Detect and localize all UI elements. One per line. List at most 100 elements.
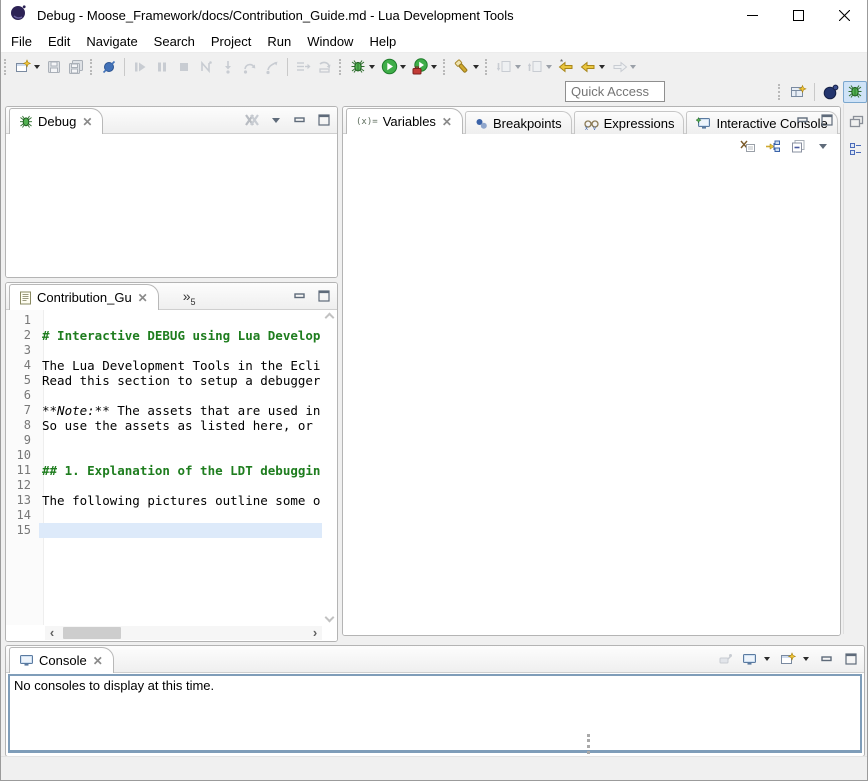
toolbar-grip[interactable]	[485, 59, 490, 75]
line-number[interactable]: 1	[6, 313, 39, 328]
show-logical-structures-icon[interactable]	[764, 137, 782, 155]
minimize-view-button[interactable]	[291, 111, 309, 129]
scroll-up-icon[interactable]	[325, 313, 335, 323]
tab-console[interactable]: Console ✕	[9, 647, 114, 673]
toolbar-grip[interactable]	[4, 59, 9, 75]
close-icon[interactable]: ✕	[137, 292, 149, 304]
close-icon[interactable]: ✕	[441, 116, 453, 128]
menu-item-project[interactable]: Project	[203, 31, 259, 52]
maximize-view-button[interactable]	[818, 111, 836, 129]
close-icon[interactable]: ✕	[81, 116, 93, 128]
menu-item-run[interactable]: Run	[259, 31, 299, 52]
restore-minimized-views-button[interactable]	[848, 112, 866, 130]
menu-item-window[interactable]: Window	[299, 31, 361, 52]
maximize-view-button[interactable]	[842, 650, 860, 668]
debug-dropdown-arrow[interactable]	[369, 65, 375, 69]
code-text[interactable]: So use the assets as listed here, or	[39, 418, 322, 433]
back-button[interactable]	[577, 56, 599, 78]
code-text[interactable]	[39, 388, 322, 403]
back-dropdown-arrow[interactable]	[599, 65, 605, 69]
editor-line[interactable]: 8So use the assets as listed here, or	[6, 418, 322, 433]
show-type-names-icon[interactable]	[739, 137, 757, 155]
window-minimize-button[interactable]	[729, 0, 775, 30]
line-number[interactable]: 9	[6, 433, 39, 448]
open-console-button[interactable]	[779, 650, 797, 668]
editor-line[interactable]: 2# Interactive DEBUG using Lua Develop	[6, 328, 322, 343]
display-selected-console-button[interactable]	[740, 650, 758, 668]
line-number[interactable]: 7	[6, 403, 39, 418]
lua-perspective-button[interactable]	[819, 81, 843, 103]
line-number[interactable]: 15	[6, 523, 39, 538]
editor-line[interactable]: 13The following pictures outline some o	[6, 493, 322, 508]
toolbar-grip[interactable]	[443, 59, 448, 75]
window-close-button[interactable]	[821, 0, 867, 30]
maximize-view-button[interactable]	[315, 111, 333, 129]
code-text[interactable]: ## 1. Explanation of the LDT debuggin	[39, 463, 322, 478]
toolbar-grip[interactable]	[778, 84, 783, 100]
line-number[interactable]: 12	[6, 478, 39, 493]
editor-line[interactable]: 4The Lua Development Tools in the Ecli	[6, 358, 322, 373]
editor-horizontal-scrollbar[interactable]: ‹ ›	[45, 626, 322, 640]
search-button[interactable]	[451, 56, 473, 78]
line-number[interactable]: 2	[6, 328, 39, 343]
editor-line[interactable]: 9	[6, 433, 322, 448]
tab-variables[interactable]: (x)= Variables ✕	[346, 108, 463, 134]
minimize-view-button[interactable]	[818, 650, 836, 668]
code-text[interactable]	[39, 343, 322, 358]
tab-editor-contribution-guide[interactable]: Contribution_Gu ✕	[9, 284, 159, 310]
open-perspective-button[interactable]	[786, 81, 810, 103]
line-number[interactable]: 13	[6, 493, 39, 508]
line-number[interactable]: 11	[6, 463, 39, 478]
debug-button[interactable]	[347, 56, 369, 78]
view-menu-icon[interactable]	[814, 137, 832, 155]
editor-line[interactable]: 15	[6, 523, 322, 538]
code-text[interactable]	[39, 508, 322, 523]
code-text[interactable]	[39, 478, 322, 493]
editor-line[interactable]: 10	[6, 448, 322, 463]
code-text[interactable]	[39, 523, 322, 538]
editor-line[interactable]: 14	[6, 508, 322, 523]
run-button[interactable]	[378, 56, 400, 78]
run-dropdown-arrow[interactable]	[400, 65, 406, 69]
scroll-left-icon[interactable]: ‹	[45, 626, 59, 640]
tab-expressions[interactable]: xy Expressions	[574, 111, 685, 135]
quick-access-input[interactable]	[565, 81, 665, 102]
code-text[interactable]: **Note:** The assets that are used in	[39, 403, 322, 418]
minimize-view-button[interactable]	[794, 111, 812, 129]
external-tools-dropdown-arrow[interactable]	[431, 65, 437, 69]
code-text[interactable]	[39, 448, 322, 463]
last-edit-location-button[interactable]: *	[555, 56, 577, 78]
collapse-all-icon[interactable]	[789, 137, 807, 155]
view-menu-icon[interactable]	[267, 111, 285, 129]
new-wizard-dropdown-arrow[interactable]	[34, 65, 40, 69]
line-number[interactable]: 3	[6, 343, 39, 358]
scroll-right-icon[interactable]: ›	[308, 626, 322, 640]
editor-line[interactable]: 6	[6, 388, 322, 403]
code-text[interactable]: Read this section to setup a debugger	[39, 373, 322, 388]
code-text[interactable]: The Lua Development Tools in the Ecli	[39, 358, 322, 373]
menu-item-help[interactable]: Help	[361, 31, 404, 52]
debug-perspective-button[interactable]	[843, 81, 867, 103]
titlebar[interactable]: Debug - Moose_Framework/docs/Contributio…	[1, 0, 867, 30]
editor-line[interactable]: 3	[6, 343, 322, 358]
editor-lines[interactable]: 12# Interactive DEBUG using Lua Develop3…	[6, 313, 322, 625]
menu-item-navigate[interactable]: Navigate	[78, 31, 145, 52]
window-maximize-button[interactable]	[775, 0, 821, 30]
open-console-dropdown-arrow[interactable]	[803, 657, 809, 661]
editor-line[interactable]: 12	[6, 478, 322, 493]
close-icon[interactable]: ✕	[92, 655, 104, 667]
line-number[interactable]: 4	[6, 358, 39, 373]
editor-body[interactable]: 12# Interactive DEBUG using Lua Develop3…	[6, 310, 337, 641]
code-text[interactable]: # Interactive DEBUG using Lua Develop	[39, 328, 322, 343]
toolbar-grip[interactable]	[339, 59, 344, 75]
sash-grip[interactable]	[587, 734, 591, 754]
line-number[interactable]: 5	[6, 373, 39, 388]
editor-line[interactable]: 11## 1. Explanation of the LDT debuggin	[6, 463, 322, 478]
editor-tab-overflow-chevron[interactable]: »5	[183, 286, 196, 307]
menu-item-edit[interactable]: Edit	[40, 31, 78, 52]
line-number[interactable]: 8	[6, 418, 39, 433]
search-dropdown-arrow[interactable]	[473, 65, 479, 69]
menu-item-search[interactable]: Search	[146, 31, 203, 52]
external-tools-button[interactable]	[409, 56, 431, 78]
line-number[interactable]: 6	[6, 388, 39, 403]
